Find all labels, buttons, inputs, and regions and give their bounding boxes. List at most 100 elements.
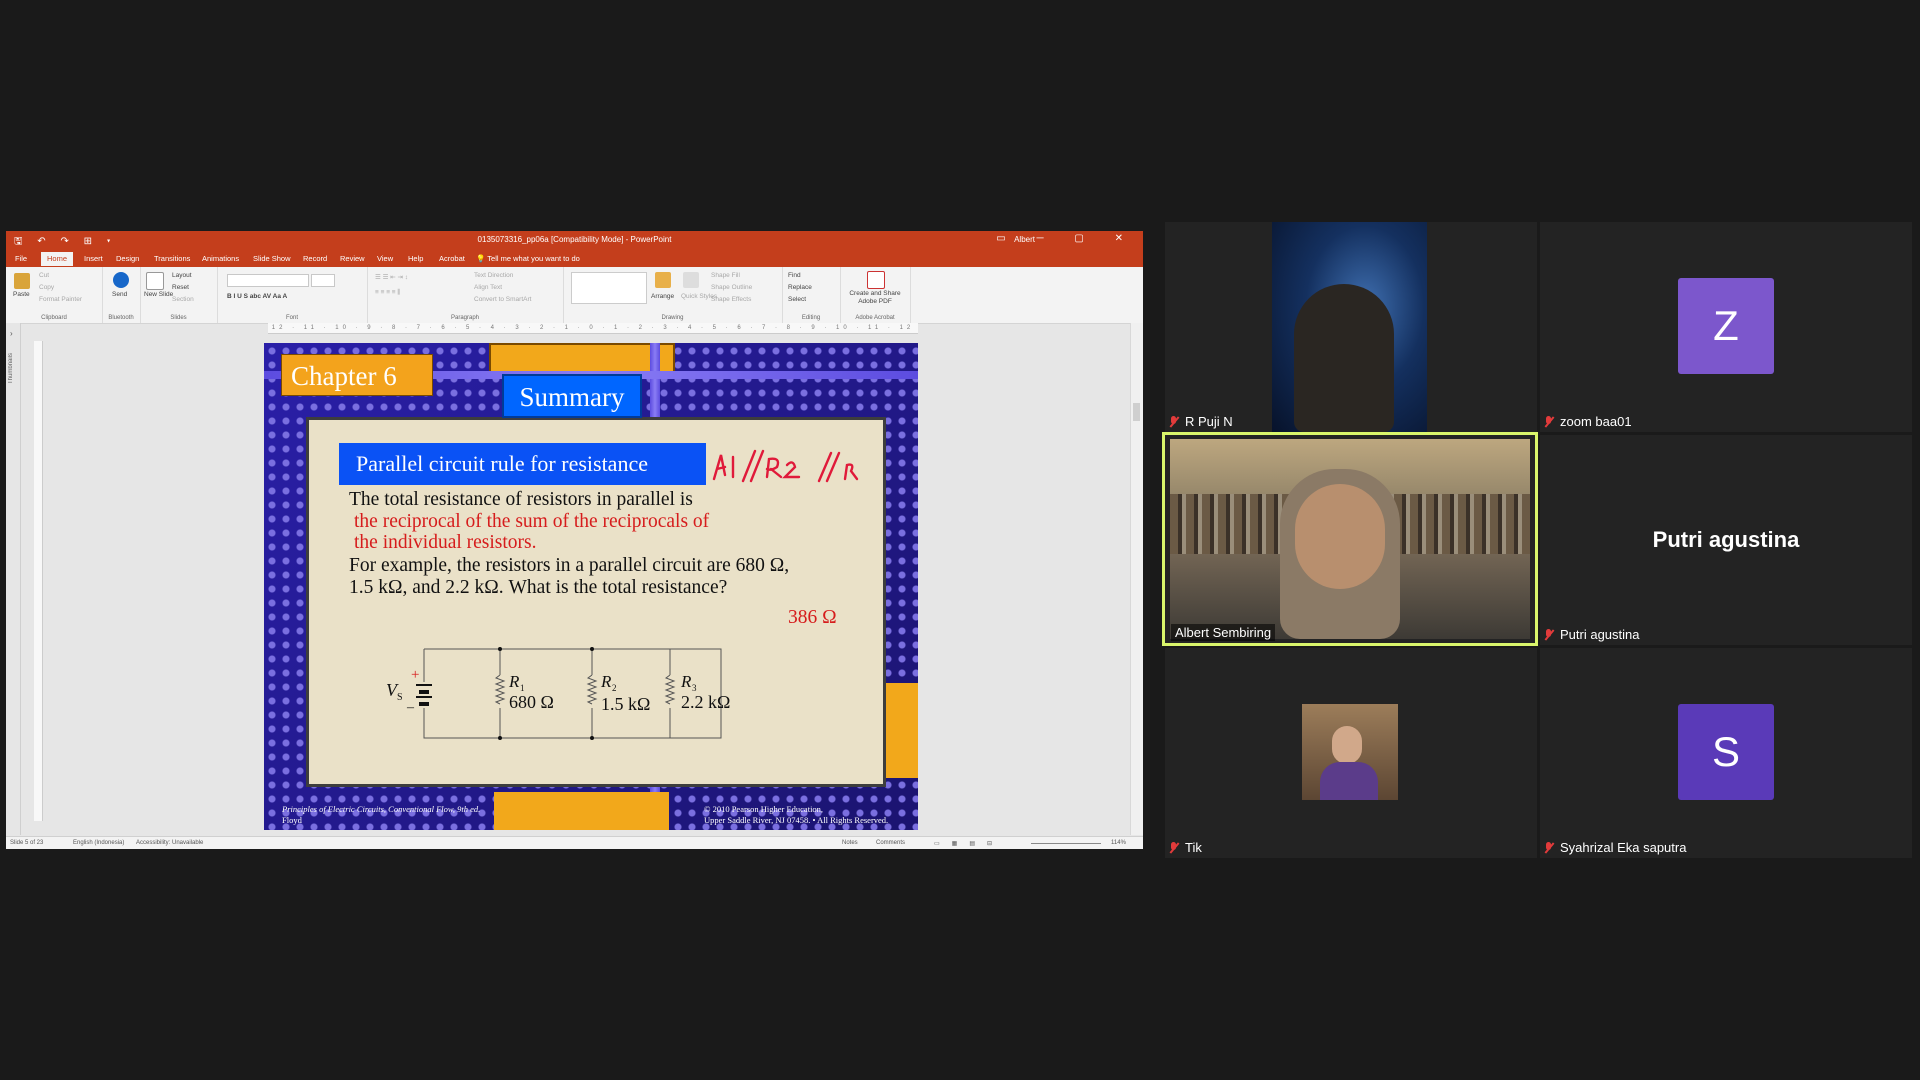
avatar-initial: S <box>1678 704 1774 800</box>
select-button[interactable]: Select <box>788 296 806 303</box>
align-buttons[interactable]: ≡ ≡ ≡ ≡ ⫼ <box>375 289 400 297</box>
window-controls[interactable]: ▭ ─ ▢ ✕ <box>996 233 1137 244</box>
participant-name: Putri agustina <box>1560 627 1640 642</box>
rule-title: Parallel circuit rule for resistance <box>339 443 706 485</box>
comments-button[interactable]: Comments <box>876 840 905 846</box>
expand-arrow-icon[interactable]: › <box>10 329 13 338</box>
body-line-4: For example, the resistors in a parallel… <box>349 555 790 576</box>
text-direction-button[interactable]: Text Direction <box>474 272 513 279</box>
bullets-button[interactable]: ☰ ☰ ⇤ ⇥ ↕ <box>375 273 408 281</box>
create-share-pdf-button[interactable]: Create and Share Adobe PDF <box>844 290 906 306</box>
chapter-label: Chapter 6 <box>281 354 433 396</box>
convert-smartart-button[interactable]: Convert to SmartArt <box>474 296 531 303</box>
tell-me-text: Tell me what you want to do <box>487 254 580 263</box>
shape-fill-button[interactable]: Shape Fill <box>711 272 740 279</box>
section-button[interactable]: Section <box>172 296 194 303</box>
tab-view[interactable]: View <box>377 254 393 263</box>
avatar-initial: Z <box>1678 278 1774 374</box>
slide-canvas[interactable]: Chapter 6 Parallel circuit rule for resi… <box>264 343 918 830</box>
vertical-scrollbar[interactable] <box>1130 323 1143 835</box>
participant-tile-zoom-baa01[interactable]: Z zoom baa01 <box>1540 222 1912 432</box>
font-group: B I U S abc AV Aa A Font <box>217 267 368 323</box>
copy-button[interactable]: Copy <box>39 284 54 291</box>
acrobat-group: Create and Share Adobe PDF Adobe Acrobat <box>840 267 911 323</box>
tab-insert[interactable]: Insert <box>84 254 103 263</box>
shapes-gallery[interactable] <box>571 272 647 304</box>
answer-value: 386 Ω <box>788 607 837 628</box>
footer-right: © 2010 Pearson Higher Education, Upper S… <box>704 804 888 826</box>
body-line-2: the reciprocal of the sum of the recipro… <box>354 511 710 532</box>
slides-group: New Slide Layout Reset Section Slides <box>140 267 218 323</box>
shape-effects-button[interactable]: Shape Effects <box>711 296 751 303</box>
tab-record[interactable]: Record <box>303 254 327 263</box>
editing-label: Editing <box>801 315 821 321</box>
r1-value: 680 Ω <box>509 692 554 712</box>
tab-acrobat[interactable]: Acrobat <box>439 254 465 263</box>
arrange-button[interactable]: Arrange <box>651 293 674 300</box>
participant-photo <box>1302 704 1398 800</box>
tab-home[interactable]: Home <box>41 252 74 266</box>
summary-title: Summary <box>502 374 642 418</box>
align-text-button[interactable]: Align Text <box>474 284 502 291</box>
footer-left: Principles of Electric Circuits, Convent… <box>282 804 480 826</box>
title-bar: 🖫 ↶ ↷ ⊞ ▾ 0135073316_pp06a [Compatibilit… <box>6 231 1143 251</box>
tab-slide-show[interactable]: Slide Show <box>253 254 291 263</box>
muted-mic-icon <box>1544 628 1554 641</box>
tell-me-search[interactable]: 💡 Tell me what you want to do <box>476 254 580 263</box>
tab-file[interactable]: File <box>15 254 27 263</box>
accessibility-status[interactable]: Accessibility: Unavailable <box>136 840 203 846</box>
tab-help[interactable]: Help <box>408 254 423 263</box>
ribbon-tabs: File Home Insert Design Transitions Anim… <box>6 251 1143 267</box>
participant-tile-syahrizal-eka-saputra[interactable]: S Syahrizal Eka saputra <box>1540 648 1912 858</box>
body-line-5: 1.5 kΩ, and 2.2 kΩ. What is the total re… <box>349 577 728 598</box>
muted-mic-icon <box>1169 415 1179 428</box>
participant-tile-tik[interactable]: Tik <box>1165 648 1537 858</box>
participant-name-bar: Tik <box>1169 840 1202 855</box>
body-line-1: The total resistance of resistors in par… <box>349 489 693 510</box>
new-slide-button[interactable]: New Slide <box>144 291 173 298</box>
tab-design[interactable]: Design <box>116 254 139 263</box>
format-painter-button[interactable]: Format Painter <box>39 296 82 303</box>
thumbnails-pane[interactable]: › Thumbnails <box>6 323 21 835</box>
paste-button[interactable]: Paste <box>13 291 30 298</box>
r2-value: 1.5 kΩ <box>601 694 650 714</box>
participant-tile-albert-sembiring[interactable]: Albert Sembiring <box>1162 432 1538 646</box>
footer-author: Floyd <box>282 815 302 825</box>
r2-label: R <box>600 672 612 691</box>
view-buttons[interactable]: ▭▦▤⊟ <box>934 840 1004 847</box>
slides-label: Slides <box>170 315 187 321</box>
shape-outline-button[interactable]: Shape Outline <box>711 284 752 291</box>
person-face <box>1295 484 1385 589</box>
send-button[interactable]: Send <box>112 291 127 298</box>
tab-transitions[interactable]: Transitions <box>154 254 190 263</box>
footer-copyright: © 2010 Pearson Higher Education, <box>704 804 824 814</box>
participant-tile-r-puji-n[interactable]: R Puji N <box>1165 222 1537 432</box>
participant-video <box>1170 439 1530 639</box>
notes-button[interactable]: Notes <box>842 840 858 846</box>
tab-review[interactable]: Review <box>340 254 365 263</box>
layout-button[interactable]: Layout <box>172 272 192 279</box>
drawing-group: Arrange Quick Styles Shape Fill Shape Ou… <box>563 267 783 323</box>
ribbon: Paste Cut Copy Format Painter Clipboard … <box>6 267 1143 324</box>
font-size-box[interactable] <box>311 274 335 287</box>
cut-button[interactable]: Cut <box>39 272 49 279</box>
tab-animations[interactable]: Animations <box>202 254 239 263</box>
scroll-thumb[interactable] <box>1133 403 1140 421</box>
bluetooth-icon <box>113 272 129 288</box>
zoom-level[interactable]: 114% <box>1111 840 1126 846</box>
find-button[interactable]: Find <box>788 272 801 279</box>
muted-mic-icon <box>1169 841 1179 854</box>
font-name-box[interactable] <box>227 274 309 287</box>
participant-name: zoom baa01 <box>1560 414 1632 429</box>
body-line-3: the individual resistors. <box>354 532 537 553</box>
slide-counter[interactable]: Slide 5 of 23 <box>10 840 43 846</box>
participant-tile-putri-agustina[interactable]: Putri agustina Putri agustina <box>1540 435 1912 645</box>
muted-mic-icon <box>1544 415 1554 428</box>
zoom-slider[interactable] <box>1031 843 1101 844</box>
person-shirt <box>1320 762 1378 800</box>
language-indicator[interactable]: English (Indonesia) <box>73 840 124 846</box>
bold-button[interactable]: B I U S abc AV Aa A <box>227 293 287 300</box>
paragraph-group: ☰ ☰ ⇤ ⇥ ↕ ≡ ≡ ≡ ≡ ⫼ Text Direction Align… <box>367 267 564 323</box>
reset-button[interactable]: Reset <box>172 284 189 291</box>
replace-button[interactable]: Replace <box>788 284 812 291</box>
